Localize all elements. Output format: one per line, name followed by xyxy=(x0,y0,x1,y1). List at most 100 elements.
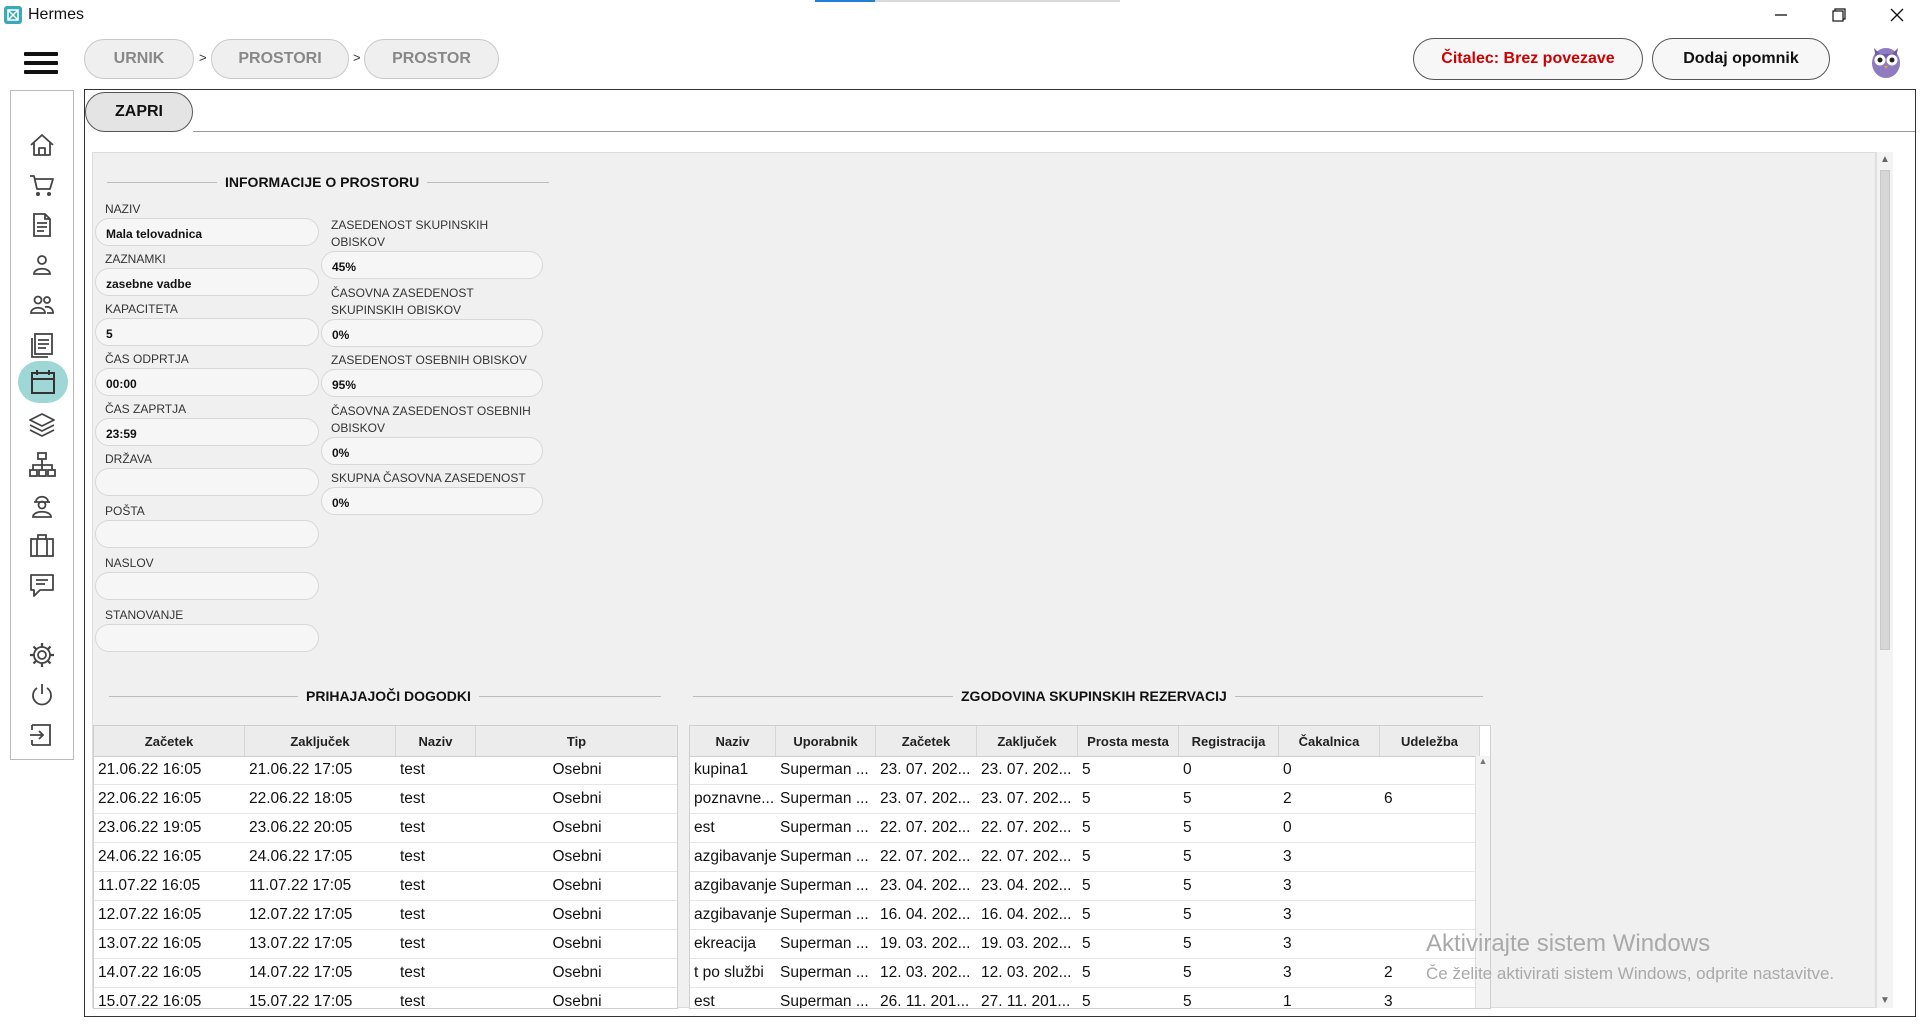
history-row[interactable]: t po službi Superman ... 12. 03. 202... 12.… xyxy=(690,959,1480,988)
nav-documents[interactable] xyxy=(26,209,58,241)
history-row[interactable]: est Superman ... 22. 07. 202... 22. 07. 202… xyxy=(690,814,1480,843)
breadcrumb-separator: > xyxy=(353,50,361,65)
history-row[interactable]: poznavne... Superman ... 23. 07. 202... 23.… xyxy=(690,785,1480,814)
upcoming-column-header[interactable]: Tip xyxy=(476,726,677,756)
history-column-header[interactable]: Prosta mesta xyxy=(1078,726,1179,756)
history-cell: 12. 03. 202... xyxy=(880,964,971,981)
stat-input[interactable]: 95% xyxy=(321,369,543,397)
nav-settings[interactable] xyxy=(26,639,58,671)
stat-input[interactable]: 0% xyxy=(321,487,543,515)
history-column-header[interactable]: Uporabnik xyxy=(776,726,876,756)
upcoming-row[interactable]: 22.06.22 16:05 22.06.22 18:05 test Osebni xyxy=(94,785,677,814)
main-scrollbar[interactable]: ▲ ▼ xyxy=(1876,152,1893,1008)
upcoming-column-header[interactable]: Začetek xyxy=(94,726,245,756)
scrollbar-thumb[interactable] xyxy=(1880,170,1890,650)
breadcrumb-urnik[interactable]: URNIK xyxy=(84,39,194,79)
scroll-up-icon[interactable]: ▲ xyxy=(1476,756,1490,766)
field-input[interactable] xyxy=(95,520,319,548)
field-label: SKUPNA ČASOVNA ZASEDENOST xyxy=(331,471,526,485)
history-cell: 3 xyxy=(1283,877,1292,894)
nav-layers[interactable] xyxy=(26,409,58,441)
field-input[interactable]: 5 xyxy=(95,318,319,346)
history-cell: 19. 03. 202... xyxy=(880,935,971,952)
menu-icon[interactable] xyxy=(24,52,58,76)
content-area: INFORMACIJE O PROSTORU NAZIV Mala telovad… xyxy=(92,152,1876,1009)
history-cell: 1 xyxy=(1283,993,1292,1009)
nav-person[interactable] xyxy=(26,249,58,281)
upcoming-cell: test xyxy=(400,819,425,836)
upcoming-section-title: PRIHAJAJOČI DOGODKI xyxy=(298,688,479,704)
history-column-header[interactable]: Udeležba xyxy=(1380,726,1480,756)
upcoming-cell: Osebni xyxy=(552,964,602,981)
history-column-header[interactable]: Zaključek xyxy=(977,726,1078,756)
history-cell: Superman ... xyxy=(780,761,869,778)
minimize-button[interactable] xyxy=(1752,0,1810,30)
add-reminder-button[interactable]: Dodaj opomnik xyxy=(1652,38,1830,80)
history-column-header[interactable]: Naziv xyxy=(690,726,776,756)
history-column-header[interactable]: Čakalnica xyxy=(1279,726,1380,756)
close-window-button[interactable] xyxy=(1868,0,1920,30)
nav-people[interactable] xyxy=(26,289,58,321)
upcoming-cell: Osebni xyxy=(552,761,602,778)
history-cell: 5 xyxy=(1082,877,1091,894)
history-cell: 3 xyxy=(1283,935,1292,952)
upcoming-row[interactable]: 13.07.22 16:05 13.07.22 17:05 test Osebni xyxy=(94,930,677,959)
upcoming-row[interactable]: 23.06.22 19:05 23.06.22 20:05 test Osebni xyxy=(94,814,677,843)
field-input[interactable]: 00:00 xyxy=(95,368,319,396)
history-row[interactable]: azgibavanje Superman ... 23. 04. 202... 23.… xyxy=(690,872,1480,901)
upcoming-row[interactable]: 12.07.22 16:05 12.07.22 17:05 test Osebni xyxy=(94,901,677,930)
nav-worker[interactable] xyxy=(26,489,58,521)
upcoming-cell: Osebni xyxy=(552,906,602,923)
history-row[interactable]: kupina1 Superman ... 23. 07. 202... 23. 07.… xyxy=(690,756,1480,785)
nav-home[interactable] xyxy=(26,129,58,161)
field-input[interactable] xyxy=(95,468,319,496)
history-row[interactable]: azgibavanje Superman ... 22. 07. 202... 22.… xyxy=(690,843,1480,872)
nav-cart[interactable] xyxy=(26,169,58,201)
history-cell: 19. 03. 202... xyxy=(981,935,1072,952)
upcoming-cell: 12.07.22 16:05 xyxy=(98,906,202,923)
reader-status-button[interactable]: Čitalec: Brez povezave xyxy=(1413,38,1643,80)
field-label: NASLOV xyxy=(105,556,154,570)
history-cell: 5 xyxy=(1183,935,1192,952)
restore-button[interactable] xyxy=(1810,0,1868,30)
history-column-header[interactable]: Začetek xyxy=(876,726,977,756)
upcoming-column-header[interactable]: Naziv xyxy=(396,726,476,756)
nav-chat[interactable] xyxy=(26,569,58,601)
window-title: Hermes xyxy=(28,6,85,23)
field-label: OBISKOV xyxy=(331,235,386,249)
upcoming-row[interactable]: 24.06.22 16:05 24.06.22 17:05 test Osebni xyxy=(94,843,677,872)
stat-input[interactable]: 45% xyxy=(321,251,543,279)
history-row[interactable]: est Superman ... 26. 11. 201... 27. 11. 201… xyxy=(690,988,1480,1009)
nav-list[interactable] xyxy=(26,329,58,361)
upcoming-row[interactable]: 15.07.22 16:05 15.07.22 17:05 test Osebni xyxy=(94,988,677,1008)
history-cell: Superman ... xyxy=(780,819,869,836)
breadcrumb-prostori[interactable]: PROSTORI xyxy=(211,39,349,79)
nav-briefcase[interactable] xyxy=(26,529,58,561)
nav-logout[interactable] xyxy=(26,719,58,751)
nav-network[interactable] xyxy=(26,449,58,481)
close-button[interactable]: ZAPRI xyxy=(85,92,193,132)
upcoming-column-header[interactable]: Zaključek xyxy=(245,726,396,756)
field-input[interactable]: 23:59 xyxy=(95,418,319,446)
field-input[interactable]: Mala telovadnica xyxy=(95,218,319,246)
avatar[interactable] xyxy=(1866,36,1906,80)
field-input[interactable] xyxy=(95,572,319,600)
scroll-up-icon[interactable]: ▲ xyxy=(1877,154,1893,165)
upcoming-cell: test xyxy=(400,877,425,894)
nav-power[interactable] xyxy=(26,679,58,711)
upcoming-row[interactable]: 14.07.22 16:05 14.07.22 17:05 test Osebni xyxy=(94,959,677,988)
history-row[interactable]: ekreacija Superman ... 19. 03. 202... 19. 0… xyxy=(690,930,1480,959)
stat-input[interactable]: 0% xyxy=(321,437,543,465)
field-input[interactable]: zasebne vadbe xyxy=(95,268,319,296)
breadcrumb-prostor[interactable]: PROSTOR xyxy=(364,39,499,79)
upcoming-row[interactable]: 11.07.22 16:05 11.07.22 17:05 test Osebni xyxy=(94,872,677,901)
stat-input[interactable]: 0% xyxy=(321,319,543,347)
scroll-down-icon[interactable]: ▼ xyxy=(1877,995,1893,1006)
history-column-header[interactable]: Registracija xyxy=(1179,726,1279,756)
upcoming-row[interactable]: 21.06.22 16:05 21.06.22 17:05 test Osebni xyxy=(94,756,677,785)
history-row[interactable]: azgibavanje Superman ... 16. 04. 202... 16.… xyxy=(690,901,1480,930)
history-cell: 5 xyxy=(1183,993,1192,1009)
history-cell: Superman ... xyxy=(780,848,869,865)
field-input[interactable] xyxy=(95,624,319,652)
nav-calendar[interactable] xyxy=(18,361,68,403)
